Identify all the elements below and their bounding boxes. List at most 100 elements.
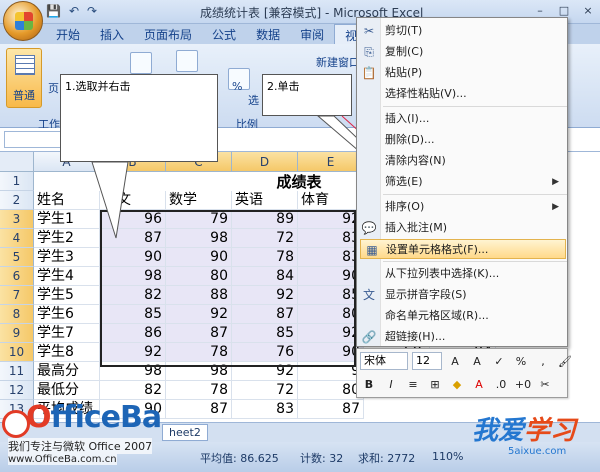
row-header-11[interactable]: 11 — [0, 362, 34, 381]
comma-icon[interactable]: , — [534, 352, 552, 370]
score-cell[interactable]: 80 — [166, 267, 232, 286]
grow-font-icon[interactable]: A — [446, 352, 464, 370]
header-cell[interactable]: 英语 — [232, 191, 298, 210]
percent-icon[interactable]: % — [512, 352, 530, 370]
menu-item-7[interactable]: 筛选(E) ▶ — [381, 172, 567, 192]
score-cell[interactable]: 92 — [232, 286, 298, 305]
summary-value-cell[interactable]: 82 — [100, 381, 166, 400]
undo-icon[interactable]: ↶ — [69, 4, 79, 18]
row-header-8[interactable]: 8 — [0, 305, 34, 324]
score-cell[interactable]: 82 — [100, 286, 166, 305]
header-cell[interactable]: 姓名 — [34, 191, 100, 210]
score-cell[interactable]: 98 — [100, 267, 166, 286]
bold-icon[interactable]: B — [360, 375, 378, 393]
score-cell[interactable]: 87 — [166, 324, 232, 343]
tab-review[interactable]: 审阅 — [290, 24, 334, 44]
menu-item-8[interactable]: 排序(O) ▶ — [381, 197, 567, 217]
summary-value-cell[interactable]: 87 — [166, 400, 232, 419]
student-name-cell[interactable]: 学生6 — [34, 305, 100, 324]
tab-insert[interactable]: 插入 — [90, 24, 134, 44]
student-name-cell[interactable]: 学生1 — [34, 210, 100, 229]
student-name-cell[interactable]: 学生2 — [34, 229, 100, 248]
score-cell[interactable]: 78 — [232, 248, 298, 267]
menu-item-4[interactable]: 插入(I)... — [381, 109, 567, 129]
student-name-cell[interactable]: 学生5 — [34, 286, 100, 305]
score-cell[interactable]: 88 — [166, 286, 232, 305]
score-cell[interactable]: 92 — [298, 324, 364, 343]
tab-formulas[interactable]: 公式 — [202, 24, 246, 44]
student-name-cell[interactable]: 学生3 — [34, 248, 100, 267]
header-cell[interactable]: 体育 — [298, 191, 364, 210]
student-name-cell[interactable]: 学生4 — [34, 267, 100, 286]
border-icon[interactable]: ⊞ — [426, 375, 444, 393]
menu-item-10[interactable]: ▦ 设置单元格格式(F)... — [360, 239, 566, 259]
format-painter-icon[interactable]: 🖌 — [556, 352, 574, 370]
italic-icon[interactable]: I — [382, 375, 400, 393]
menu-item-14[interactable]: 🔗 超链接(H)... — [362, 327, 567, 347]
font-color-icon[interactable]: A — [470, 375, 488, 393]
menu-item-3[interactable]: 选择性粘贴(V)... — [381, 84, 567, 104]
close-button[interactable]: × — [576, 0, 600, 20]
redo-icon[interactable]: ↷ — [87, 4, 97, 18]
score-cell[interactable]: 84 — [232, 267, 298, 286]
decrease-decimal-icon[interactable]: .0 — [492, 375, 510, 393]
tab-page-layout[interactable]: 页面布局 — [134, 24, 202, 44]
row-header-6[interactable]: 6 — [0, 267, 34, 286]
score-cell[interactable]: 90 — [166, 248, 232, 267]
font-size-select[interactable]: 12 — [412, 352, 442, 370]
row-header-7[interactable]: 7 — [0, 286, 34, 305]
select-all-corner[interactable] — [0, 152, 34, 172]
score-cell[interactable]: 80 — [298, 305, 364, 324]
column-header-E[interactable]: E — [298, 152, 364, 172]
shrink-font-icon[interactable]: A — [468, 352, 486, 370]
page-break-icon[interactable] — [130, 52, 152, 74]
align-center-icon[interactable]: ≡ — [404, 375, 422, 393]
new-window-button[interactable]: 新建窗口 — [316, 54, 360, 70]
column-header-D[interactable]: D — [232, 152, 298, 172]
score-cell[interactable]: 90 — [100, 248, 166, 267]
zoom-icon[interactable] — [176, 50, 198, 72]
office-button[interactable] — [3, 1, 43, 41]
student-name-cell[interactable]: 学生7 — [34, 324, 100, 343]
summary-value-cell[interactable]: 87 — [298, 400, 364, 419]
score-cell[interactable]: 83 — [298, 248, 364, 267]
summary-value-cell[interactable]: 72 — [232, 381, 298, 400]
row-header-10[interactable]: 10 — [0, 343, 34, 362]
score-cell[interactable]: 85 — [100, 305, 166, 324]
score-cell[interactable]: 89 — [232, 210, 298, 229]
summary-value-cell[interactable]: 78 — [166, 381, 232, 400]
score-cell[interactable]: 83 — [298, 229, 364, 248]
row-header-4[interactable]: 4 — [0, 229, 34, 248]
menu-item-5[interactable]: 删除(D)... — [381, 130, 567, 150]
summary-value-cell[interactable]: 83 — [232, 400, 298, 419]
increase-decimal-icon[interactable]: +0 — [514, 375, 532, 393]
menu-item-12[interactable]: 文显示拼音字段(S) — [363, 285, 567, 305]
summary-value-cell[interactable]: 9 — [298, 362, 364, 381]
page-layout-view-label[interactable]: 页 — [48, 80, 59, 96]
header-cell[interactable]: 数学 — [166, 191, 232, 210]
normal-view-button[interactable]: 普通 — [6, 48, 42, 108]
score-cell[interactable]: 90 — [298, 343, 364, 362]
score-cell[interactable]: 92 — [298, 210, 364, 229]
row-header-2[interactable]: 2 — [0, 191, 34, 210]
save-icon[interactable]: 💾 — [46, 4, 61, 18]
score-cell[interactable]: 78 — [166, 343, 232, 362]
score-cell[interactable]: 87 — [232, 305, 298, 324]
score-cell[interactable]: 72 — [232, 229, 298, 248]
row-header-5[interactable]: 5 — [0, 248, 34, 267]
tab-home[interactable]: 开始 — [46, 24, 90, 44]
zoom-selection-label[interactable]: 选 — [248, 92, 259, 108]
tab-data[interactable]: 数据 — [246, 24, 290, 44]
menu-item-11[interactable]: 从下拉列表中选择(K)... — [381, 264, 567, 284]
score-cell[interactable]: 79 — [166, 210, 232, 229]
score-cell[interactable]: 87 — [100, 229, 166, 248]
score-cell[interactable]: 92 — [100, 343, 166, 362]
student-name-cell[interactable]: 学生8 — [34, 343, 100, 362]
row-header-3[interactable]: 3 — [0, 210, 34, 229]
menu-item-0[interactable]: ✂ 剪切(T) — [364, 21, 567, 41]
row-header-12[interactable]: 12 — [0, 381, 34, 400]
summary-label-cell[interactable]: 最低分 — [34, 381, 100, 400]
name-box[interactable] — [4, 131, 64, 148]
row-header-1[interactable]: 1 — [0, 172, 34, 191]
score-cell[interactable]: 76 — [232, 343, 298, 362]
